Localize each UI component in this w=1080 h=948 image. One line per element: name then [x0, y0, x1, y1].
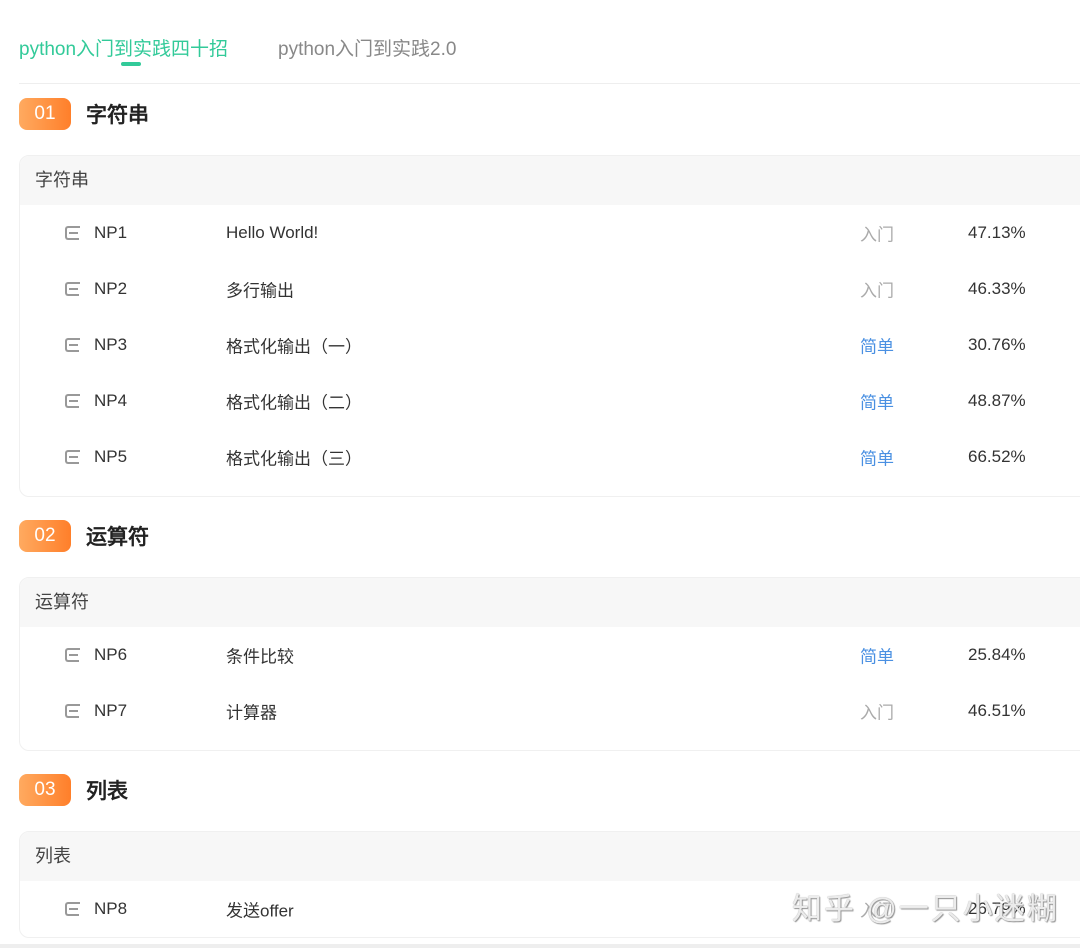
section-number-badge: 01: [19, 98, 71, 130]
problem-row[interactable]: NP4 格式化输出（二） 简单 48.87%: [20, 373, 1080, 429]
problem-row[interactable]: NP3 格式化输出（一） 简单 30.76%: [20, 317, 1080, 373]
pass-rate: 25.84%: [968, 645, 1026, 664]
problem-name[interactable]: 格式化输出（三）: [226, 445, 362, 470]
problem-icon: [65, 704, 80, 718]
difficulty-label: 简单: [860, 337, 894, 357]
problem-id: NP6: [94, 645, 128, 664]
difficulty-label: 简单: [860, 647, 894, 667]
card-title: 列表: [20, 832, 1080, 881]
pass-rate: 46.51%: [968, 701, 1026, 720]
difficulty-label: 入门: [860, 703, 894, 723]
card-title: 运算符: [20, 578, 1080, 627]
section-header: 03 列表: [19, 774, 128, 806]
section-title: 列表: [86, 780, 128, 803]
pass-rate: 46.33%: [968, 279, 1026, 298]
problem-icon: [65, 902, 80, 916]
difficulty-label: 入门: [860, 225, 894, 245]
problem-icon: [65, 648, 80, 662]
problem-id: NP8: [94, 899, 128, 918]
problem-id: NP3: [94, 335, 128, 354]
problem-card: 运算符 NP6 条件比较 简单 25.84% NP7 计算器 入门 46.51%: [19, 577, 1080, 751]
problem-name[interactable]: Hello World!: [226, 223, 318, 243]
tab-bar: python入门到实践四十招 python入门到实践2.0: [19, 0, 1080, 84]
problem-name[interactable]: 格式化输出（二）: [226, 389, 362, 414]
problem-icon: [65, 282, 80, 296]
problem-name[interactable]: 发送offer: [226, 897, 294, 922]
difficulty-label: 简单: [860, 449, 894, 469]
pass-rate: 66.52%: [968, 447, 1026, 466]
problem-id: NP1: [94, 223, 128, 242]
problem-id: NP7: [94, 701, 128, 720]
problem-row[interactable]: NP6 条件比较 简单 25.84%: [20, 627, 1080, 683]
section-header: 02 运算符: [19, 520, 149, 552]
difficulty-label: 入门: [860, 281, 894, 301]
card-title: 字符串: [20, 156, 1080, 205]
problem-id: NP4: [94, 391, 128, 410]
problem-row[interactable]: NP7 计算器 入门 46.51%: [20, 683, 1080, 739]
pass-rate: 47.13%: [968, 223, 1026, 242]
problem-icon: [65, 226, 80, 240]
tab-python-2[interactable]: python入门到实践2.0: [278, 34, 456, 61]
problem-name[interactable]: 条件比较: [226, 643, 294, 668]
problem-icon: [65, 394, 80, 408]
problem-row[interactable]: NP2 多行输出 入门 46.33%: [20, 261, 1080, 317]
bottom-border: [0, 944, 1080, 948]
section-number-badge: 03: [19, 774, 71, 806]
tab-python-40[interactable]: python入门到实践四十招: [19, 34, 228, 61]
active-tab-indicator: [121, 62, 141, 66]
pass-rate: 48.87%: [968, 391, 1026, 410]
section-header: 01 字符串: [19, 98, 149, 130]
section-number-badge: 02: [19, 520, 71, 552]
problem-id: NP2: [94, 279, 128, 298]
problem-name[interactable]: 多行输出: [226, 277, 294, 302]
section-title: 字符串: [86, 104, 149, 127]
problem-row[interactable]: NP5 格式化输出（三） 简单 66.52%: [20, 429, 1080, 485]
watermark: 知乎 @一只小迷糊: [792, 893, 1059, 926]
problem-name[interactable]: 计算器: [226, 699, 277, 724]
problem-row[interactable]: NP1 Hello World! 入门 47.13%: [20, 205, 1080, 261]
pass-rate: 30.76%: [968, 335, 1026, 354]
problem-icon: [65, 338, 80, 352]
section-title: 运算符: [86, 526, 149, 549]
problem-id: NP5: [94, 447, 128, 466]
problem-card: 字符串 NP1 Hello World! 入门 47.13% NP2 多行输出 …: [19, 155, 1080, 497]
problem-icon: [65, 450, 80, 464]
problem-name[interactable]: 格式化输出（一）: [226, 333, 362, 358]
difficulty-label: 简单: [860, 393, 894, 413]
